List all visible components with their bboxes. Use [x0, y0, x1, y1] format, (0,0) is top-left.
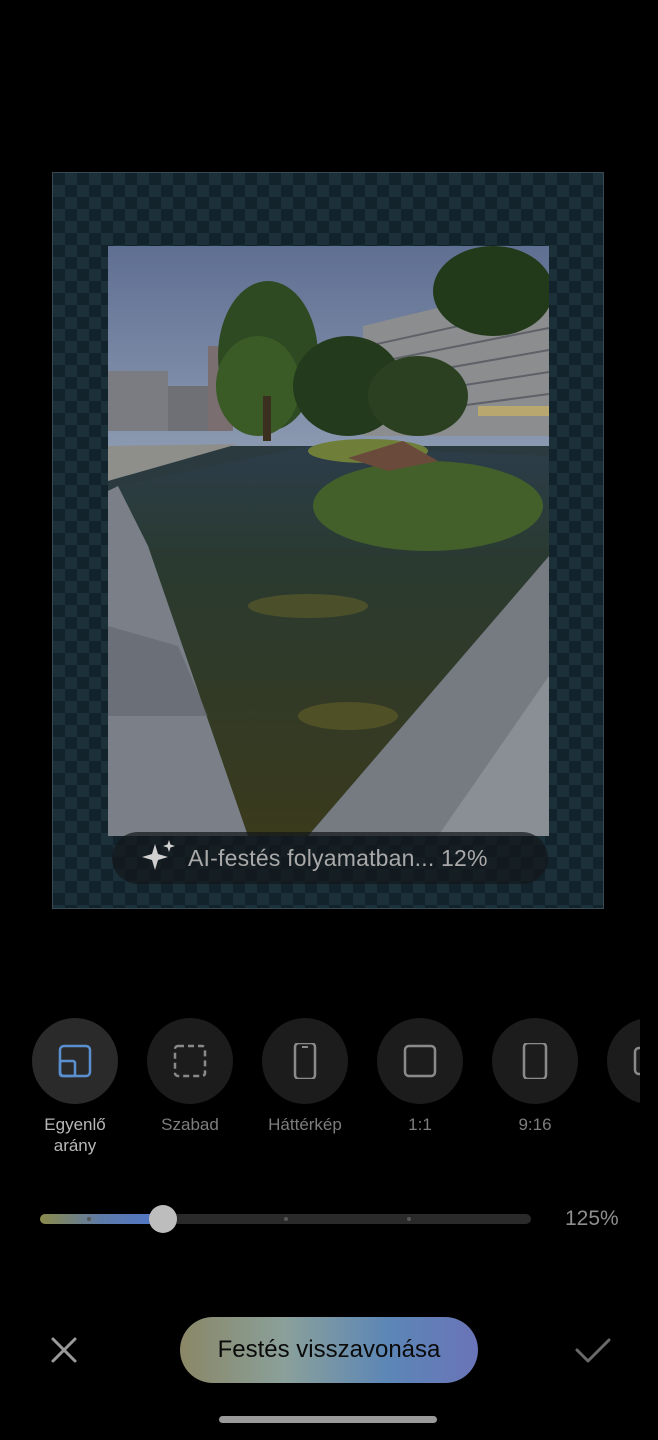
ratio-option-button[interactable] [607, 1018, 640, 1104]
progress-text: AI-festés folyamatban... 12% [188, 845, 488, 871]
sparkle-icon [142, 840, 176, 874]
ratio-option-button[interactable] [147, 1018, 233, 1104]
slider-tick [407, 1217, 411, 1221]
ratio-label: Háttérkép [268, 1115, 342, 1134]
slider-thumb[interactable] [149, 1205, 177, 1233]
slider-tick [284, 1217, 288, 1221]
zoom-value: 125% [565, 1207, 619, 1230]
expand-square-icon [58, 1044, 92, 1078]
ratio-option-button[interactable] [262, 1018, 348, 1104]
ratio-option-button[interactable] [492, 1018, 578, 1104]
edited-photo [108, 246, 549, 836]
ratio-label: 1 [595, 1114, 640, 1135]
confirm-button[interactable] [574, 1332, 612, 1368]
ratio-label: 9:16 [518, 1115, 552, 1134]
undo-paint-button[interactable]: Festés visszavonása [180, 1317, 478, 1383]
cancel-button[interactable] [46, 1332, 82, 1368]
ratio-option-wallpaper[interactable]: Háttérkép [250, 1018, 360, 1135]
ratio-label: Szabad [161, 1115, 219, 1134]
ratio-option-9-16[interactable]: 9:16 [480, 1018, 590, 1135]
aspect-ratio-list: Egyenlő arány Szabad Háttérkép 1:1 9:16 [0, 1018, 640, 1168]
ai-progress-indicator: AI-festés folyamatban... 12% [112, 832, 548, 884]
check-icon [575, 1338, 611, 1363]
square-icon [633, 1046, 640, 1076]
ratio-option-1-1[interactable]: 1:1 [365, 1018, 475, 1135]
ratio-option-button[interactable] [32, 1018, 118, 1104]
ratio-option-button[interactable] [377, 1018, 463, 1104]
slider-tick [87, 1217, 91, 1221]
zoom-slider[interactable] [40, 1205, 531, 1233]
ratio-option-free[interactable]: Szabad [135, 1018, 245, 1135]
slider-fill [40, 1214, 163, 1224]
ratio-option-equal[interactable]: Egyenlő arány [20, 1018, 130, 1156]
home-indicator[interactable] [219, 1416, 437, 1423]
ratio-label: Egyenlő arány [44, 1115, 106, 1155]
square-icon [403, 1044, 437, 1078]
phone-icon [293, 1043, 317, 1079]
dashed-square-icon [173, 1044, 207, 1078]
close-icon [51, 1337, 77, 1363]
portrait-rect-icon [522, 1043, 548, 1079]
ratio-label: 1:1 [408, 1115, 432, 1134]
ratio-option-more[interactable]: 1 [595, 1018, 640, 1135]
